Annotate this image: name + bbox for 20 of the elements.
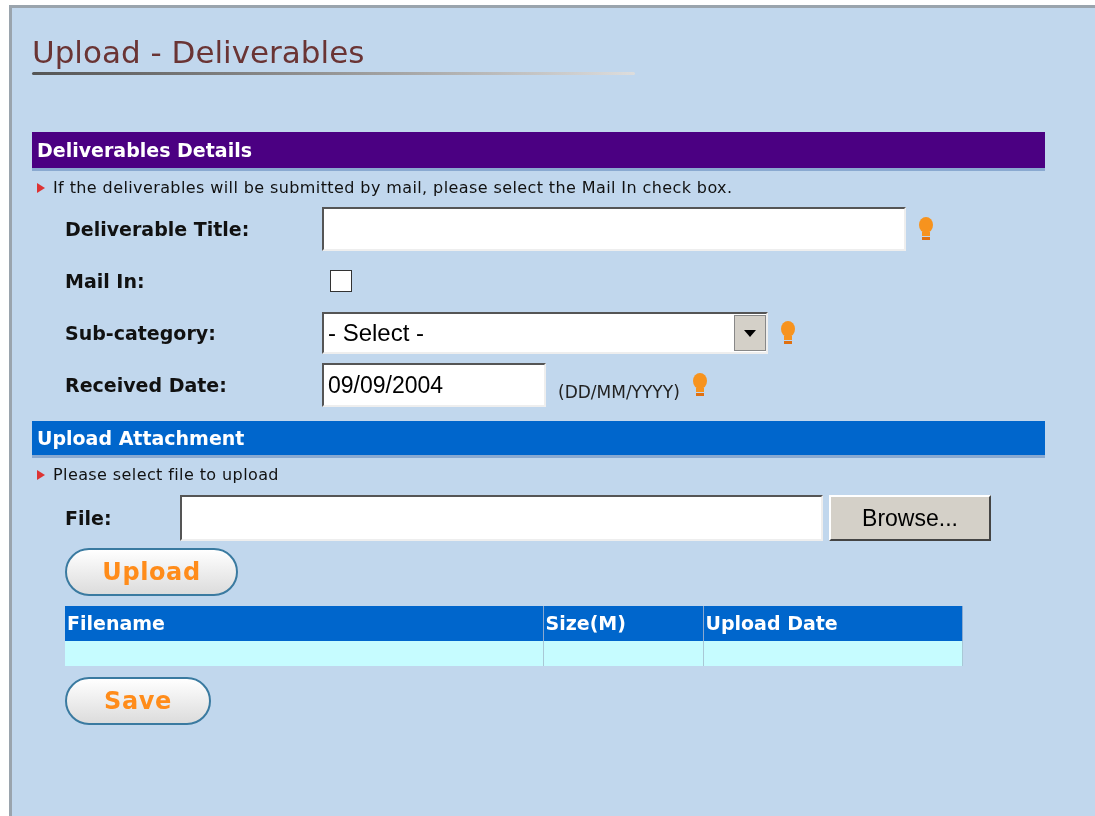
triangle-bullet-icon [37,470,45,480]
dropdown-arrow-icon [744,329,756,337]
date-field[interactable]: 09/09/2004 [322,363,546,407]
section-header: Deliverables Details [32,132,1045,171]
section-header: Upload Attachment [32,421,1045,458]
browse-button[interactable]: Browse... [829,495,991,541]
file-field[interactable] [180,495,823,541]
text-field[interactable] [322,207,906,251]
field-label: Deliverable Title: [65,216,251,242]
hint-text: If the deliverables will be submitted by mail, please select the Mail In check box. [53,177,733,199]
date-format-hint: (DD/MM/YYYY) [558,380,680,404]
field-label: Sub-category: [65,320,217,346]
field-label: File: [65,505,113,531]
hint-text: Please select file to upload [53,464,279,486]
field-label: Received Date: [65,372,228,398]
triangle-bullet-icon [37,183,45,193]
select-dropdown[interactable]: - Select - [322,312,768,354]
field-label: Mail In: [65,268,146,294]
checkbox[interactable] [330,270,352,292]
page-title: Upload - Deliverables [32,33,366,72]
